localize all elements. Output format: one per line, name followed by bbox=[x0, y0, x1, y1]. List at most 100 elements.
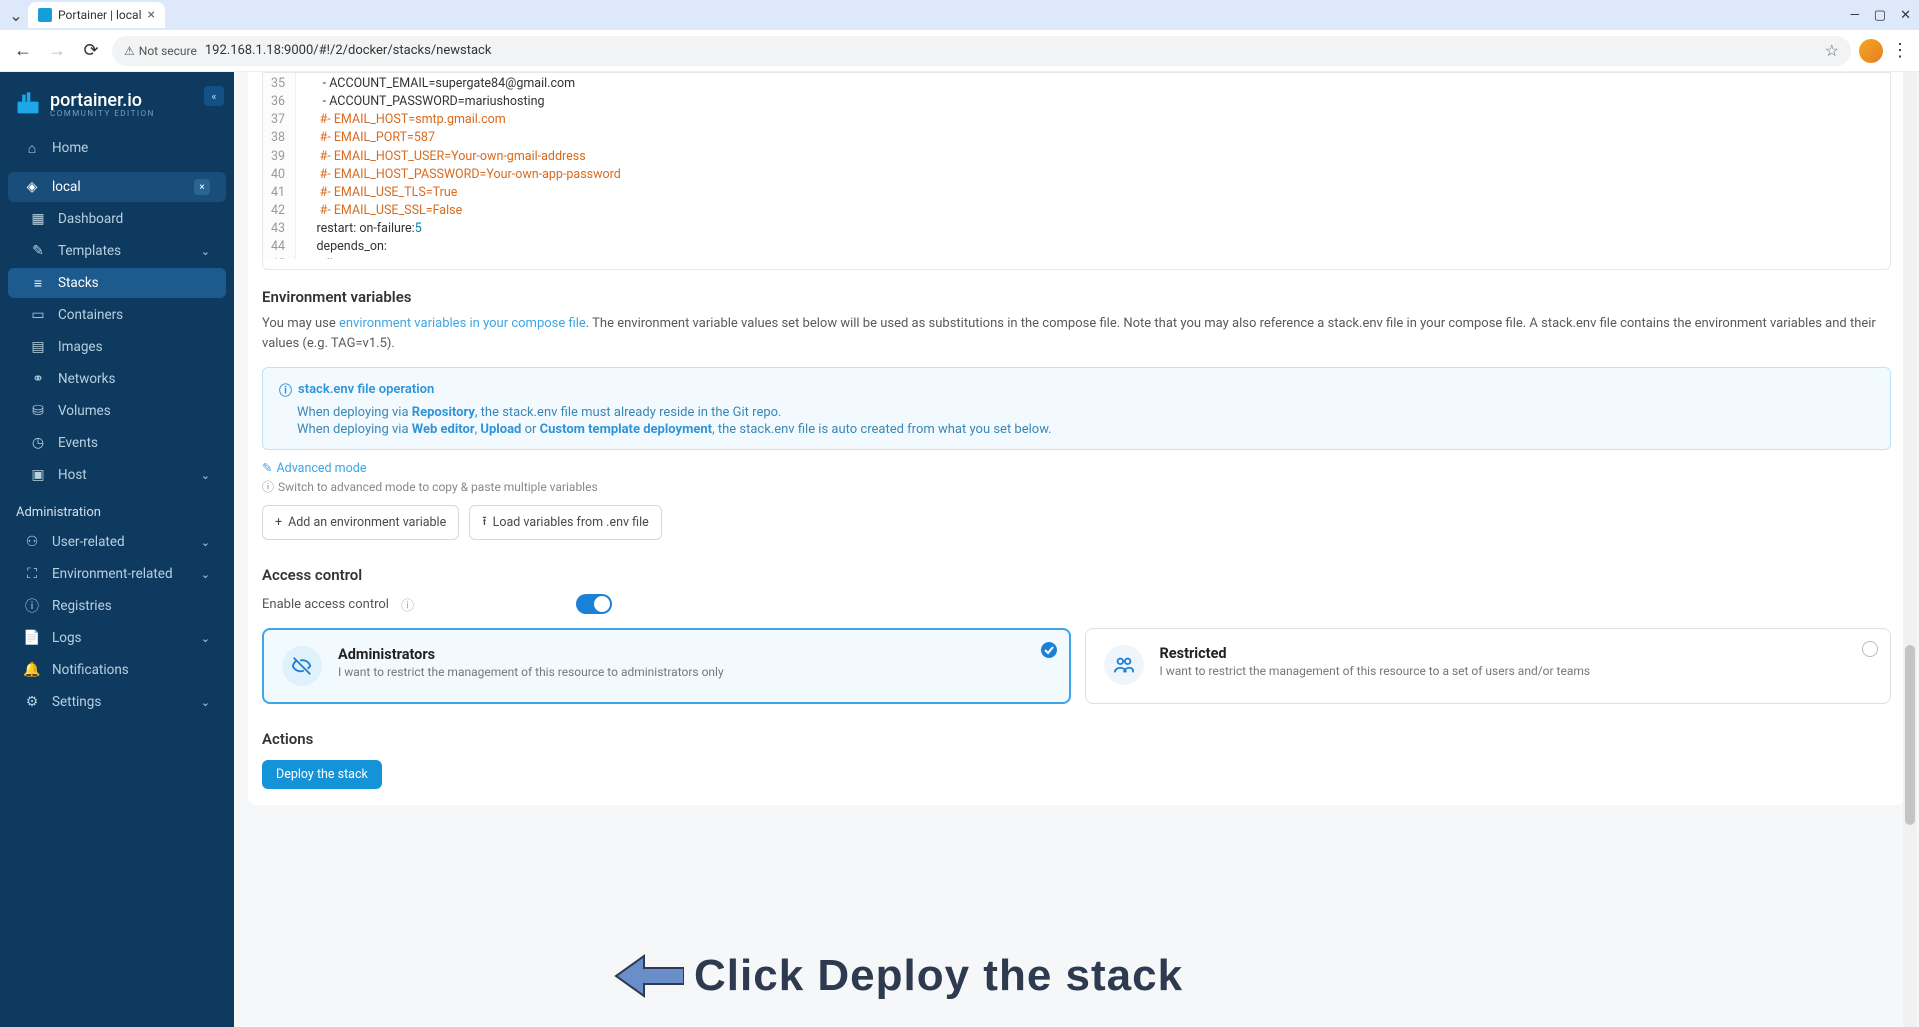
warning-icon: ⚠ bbox=[124, 44, 135, 58]
sidebar-item-notifications[interactable]: 🔔Notifications bbox=[8, 655, 226, 685]
docker-icon: ◈ bbox=[24, 179, 40, 195]
advanced-mode-link[interactable]: ✎Advanced mode bbox=[262, 460, 1891, 476]
url-bar[interactable]: ⚠ Not secure 192.168.1.18:9000/#!/2/dock… bbox=[112, 36, 1851, 66]
admin-section-label: Administration bbox=[0, 491, 234, 526]
host-icon: ▣ bbox=[30, 467, 46, 483]
chevron-down-icon: ⌄ bbox=[201, 568, 210, 581]
portainer-logo-icon bbox=[14, 90, 42, 118]
card-subtitle: I want to restrict the management of thi… bbox=[1160, 664, 1591, 678]
load-env-file-button[interactable]: ⭱Load variables from .env file bbox=[469, 505, 662, 540]
add-env-var-button[interactable]: +Add an environment variable bbox=[262, 505, 459, 540]
tab-favicon bbox=[38, 8, 52, 22]
main-content: 353637383940414243444546 - ACCOUNT_EMAIL… bbox=[234, 72, 1919, 1027]
plus-icon: + bbox=[275, 515, 282, 530]
sidebar-item-environment-related[interactable]: ⛶Environment-related⌄ bbox=[8, 559, 226, 589]
chevron-down-icon: ⌄ bbox=[201, 245, 210, 258]
upload-icon: ⭱ bbox=[482, 512, 486, 533]
access-control-title: Access control bbox=[262, 566, 1891, 584]
minimize-icon[interactable]: — bbox=[1850, 8, 1860, 23]
sidebar-item-home[interactable]: ⌂ Home bbox=[8, 133, 226, 163]
forward-icon[interactable]: → bbox=[44, 38, 70, 64]
bookmark-icon[interactable]: ☆ bbox=[1825, 41, 1839, 60]
edit-icon: ✎ bbox=[262, 460, 272, 476]
stack-env-info: ⓘstack.env file operation When deploying… bbox=[262, 367, 1891, 450]
stacks-icon: ≡ bbox=[30, 275, 46, 291]
maximize-icon[interactable]: ▢ bbox=[1874, 8, 1886, 23]
reload-icon[interactable]: ⟳ bbox=[78, 38, 104, 64]
deploy-stack-button[interactable]: Deploy the stack bbox=[262, 760, 382, 789]
sidebar-item-templates[interactable]: ✎Templates⌄ bbox=[8, 236, 226, 266]
sidebar-item-networks[interactable]: ⚭Networks bbox=[8, 364, 226, 394]
env-vars-link[interactable]: environment variables in your compose fi… bbox=[339, 316, 586, 331]
access-control-toggle[interactable] bbox=[576, 594, 612, 614]
check-icon bbox=[1041, 642, 1057, 658]
chevron-down-icon: ⌄ bbox=[201, 469, 210, 482]
radio-unchecked-icon bbox=[1862, 641, 1878, 657]
annotation-text: Click Deploy the stack bbox=[694, 951, 1183, 1001]
sidebar-item-local[interactable]: ◈ local × bbox=[8, 172, 226, 202]
access-card-restricted[interactable]: Restricted I want to restrict the manage… bbox=[1085, 628, 1892, 704]
registries-icon: ⓘ bbox=[24, 598, 40, 614]
sidebar-item-images[interactable]: ▤Images bbox=[8, 332, 226, 362]
back-icon[interactable]: ← bbox=[10, 38, 36, 64]
events-icon: ◷ bbox=[30, 435, 46, 451]
code-gutter: 353637383940414243444546 bbox=[263, 73, 296, 259]
info-icon: ⓘ bbox=[279, 380, 292, 399]
bell-icon: 🔔 bbox=[24, 662, 40, 678]
sidebar-item-host[interactable]: ▣Host⌄ bbox=[8, 460, 226, 490]
sidebar-item-dashboard[interactable]: ▦Dashboard bbox=[8, 204, 226, 234]
card-title: Restricted bbox=[1160, 645, 1591, 662]
arrow-left-icon bbox=[614, 954, 684, 998]
logo-edition: COMMUNITY EDITION bbox=[50, 109, 155, 118]
actions-title: Actions bbox=[262, 730, 1891, 748]
info-icon: ⓘ bbox=[262, 478, 274, 495]
env-vars-title: Environment variables bbox=[262, 288, 1891, 306]
access-card-administrators[interactable]: Administrators I want to restrict the ma… bbox=[262, 628, 1071, 704]
networks-icon: ⚭ bbox=[30, 371, 46, 387]
scrollbar[interactable] bbox=[1903, 72, 1917, 1027]
home-icon: ⌂ bbox=[24, 140, 40, 156]
sidebar-item-logs[interactable]: 📄Logs⌄ bbox=[8, 623, 226, 653]
code-lines[interactable]: - ACCOUNT_EMAIL=supergate84@gmail.com - … bbox=[296, 73, 1890, 259]
close-pill-icon[interactable]: × bbox=[194, 179, 210, 195]
environment-icon: ⛶ bbox=[24, 566, 40, 582]
help-icon[interactable]: ⓘ bbox=[401, 595, 414, 614]
chevron-down-icon: ⌄ bbox=[201, 696, 210, 709]
annotation-overlay: Click Deploy the stack bbox=[614, 951, 1183, 1001]
logs-icon: 📄 bbox=[24, 630, 40, 646]
sidebar-item-registries[interactable]: ⓘRegistries bbox=[8, 591, 226, 621]
sidebar-item-events[interactable]: ◷Events bbox=[8, 428, 226, 458]
advanced-mode-desc: ⓘSwitch to advanced mode to copy & paste… bbox=[262, 478, 1891, 495]
scrollbar-thumb[interactable] bbox=[1905, 645, 1915, 825]
url-text: 192.168.1.18:9000/#!/2/docker/stacks/new… bbox=[205, 43, 1817, 58]
sidebar-item-settings[interactable]: ⚙Settings⌄ bbox=[8, 687, 226, 717]
sidebar-item-volumes[interactable]: ⛁Volumes bbox=[8, 396, 226, 426]
volumes-icon: ⛁ bbox=[30, 403, 46, 419]
sidebar-item-containers[interactable]: ▭Containers bbox=[8, 300, 226, 330]
templates-icon: ✎ bbox=[30, 243, 46, 259]
menu-icon[interactable]: ⋮ bbox=[1891, 40, 1909, 61]
close-window-icon[interactable]: ✕ bbox=[1900, 8, 1911, 23]
eye-off-icon bbox=[291, 655, 313, 677]
users-icon: ⚇ bbox=[24, 534, 40, 550]
dashboard-icon: ▦ bbox=[30, 211, 46, 227]
tab-dropdown-icon[interactable]: ⌄ bbox=[8, 7, 24, 23]
gear-icon: ⚙ bbox=[24, 694, 40, 710]
sidebar-item-stacks[interactable]: ≡Stacks bbox=[8, 268, 226, 298]
code-editor[interactable]: 353637383940414243444546 - ACCOUNT_EMAIL… bbox=[262, 72, 1891, 270]
chevron-down-icon: ⌄ bbox=[201, 632, 210, 645]
logo: portainer.io COMMUNITY EDITION bbox=[0, 82, 234, 132]
tab-title: Portainer | local bbox=[58, 8, 142, 22]
images-icon: ▤ bbox=[30, 339, 46, 355]
sidebar: portainer.io COMMUNITY EDITION « ⌂ Home … bbox=[0, 72, 234, 1027]
enable-access-label: Enable access control bbox=[262, 597, 389, 612]
chevron-down-icon: ⌄ bbox=[201, 536, 210, 549]
browser-tab[interactable]: Portainer | local × bbox=[28, 2, 165, 28]
profile-avatar[interactable] bbox=[1859, 39, 1883, 63]
window-controls: — ▢ ✕ bbox=[1850, 8, 1911, 23]
security-badge: ⚠ Not secure bbox=[124, 44, 197, 58]
sidebar-collapse-icon[interactable]: « bbox=[204, 86, 224, 106]
sidebar-item-user-related[interactable]: ⚇User-related⌄ bbox=[8, 527, 226, 557]
env-vars-desc: You may use environment variables in you… bbox=[262, 314, 1891, 353]
close-icon[interactable]: × bbox=[148, 7, 155, 23]
